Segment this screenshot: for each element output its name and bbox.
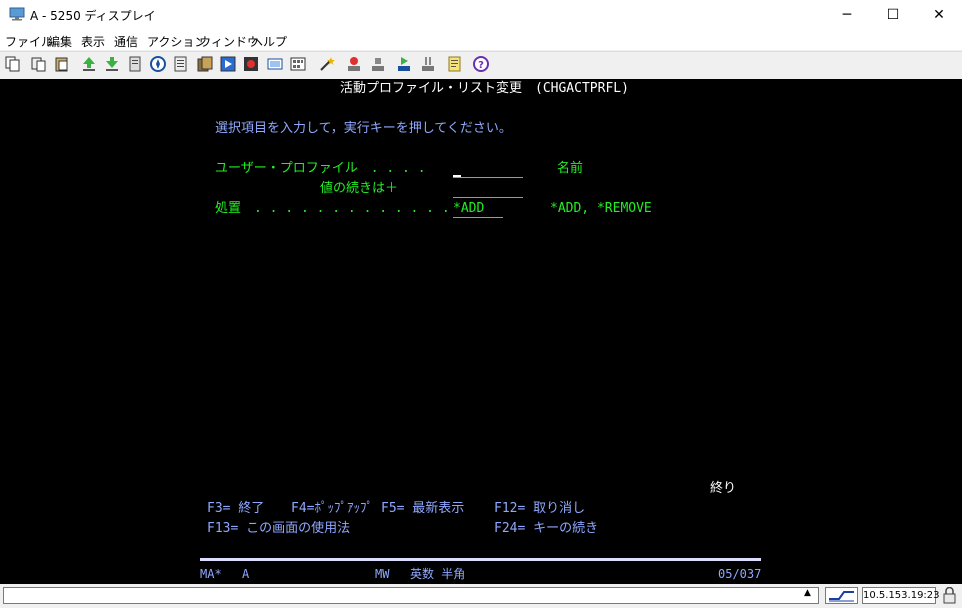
fkey-f13[interactable]: F13= この画面の使用法	[207, 521, 350, 537]
fkey-f24[interactable]: F24= キーの続き	[494, 521, 598, 537]
upload-icon[interactable]	[80, 55, 98, 73]
stop-icon[interactable]	[369, 55, 387, 73]
disposition-label: 処置 . . . . . . . . . . . . .	[215, 201, 450, 216]
oia-input-mode: 英数 半角	[410, 567, 466, 581]
menu-edit[interactable]: 編集	[48, 33, 72, 50]
print-icon[interactable]	[126, 55, 144, 73]
compass-icon[interactable]	[149, 55, 167, 73]
oia-separator	[200, 558, 761, 561]
disposition-hint: *ADD, *REMOVE	[550, 201, 652, 216]
instruction-text: 選択項目を入力して，実行キーを押してください。	[215, 121, 512, 136]
more-values-input[interactable]	[453, 181, 523, 197]
minimize-button[interactable]: ─	[824, 0, 870, 30]
fkey-f4[interactable]: F4=ﾎﾟｯﾌﾟｱｯﾌﾟ	[291, 501, 373, 517]
user-profile-hint: 名前	[557, 161, 584, 176]
menu-view[interactable]: 表示	[81, 33, 105, 50]
help-icon[interactable]: ?	[472, 55, 490, 73]
fkey-f3[interactable]: F3= 終了	[207, 501, 264, 517]
maximize-button[interactable]: ☐	[870, 0, 916, 30]
more-values-underline	[453, 197, 523, 198]
oia-indicator: MA*	[200, 567, 222, 581]
connection-indicator	[825, 587, 858, 604]
fkey-f5[interactable]: F5= 最新表示	[381, 501, 464, 517]
macro-icon[interactable]	[196, 55, 214, 73]
menu-action[interactable]: アクション	[147, 33, 206, 50]
menu-window[interactable]: ウィンドウ	[199, 33, 259, 50]
oia-cursor-position: 05/037	[718, 567, 762, 581]
note-icon[interactable]	[446, 55, 464, 73]
screen-title: 活動プロファイル・リスト変更 (CHGACTPRFL)	[340, 81, 629, 96]
play-icon[interactable]	[395, 55, 413, 73]
record-stop-icon[interactable]	[345, 55, 363, 73]
pause-icon[interactable]	[419, 55, 437, 73]
download-icon[interactable]	[103, 55, 121, 73]
more-values-label: 値の続きは＋	[320, 181, 399, 196]
menu-help[interactable]: ヘルプ	[251, 33, 287, 50]
menu-communication[interactable]: 通信	[114, 33, 138, 50]
fkey-f12[interactable]: F12= 取り消し	[494, 501, 585, 517]
menu-file[interactable]: ファイル	[5, 33, 53, 50]
clipboard-icon[interactable]	[53, 55, 71, 73]
oia-mode: MW	[375, 567, 390, 581]
svg-text:?: ?	[478, 60, 484, 71]
keypad-icon[interactable]	[289, 55, 307, 73]
chevron-up-icon[interactable]: ▲	[804, 588, 811, 598]
copy-icon[interactable]	[4, 55, 22, 73]
user-profile-input[interactable]	[453, 161, 523, 177]
notes-icon[interactable]	[172, 55, 190, 73]
minimize-icon: ─	[842, 7, 852, 23]
menu-bar	[0, 30, 962, 50]
host-address: 10.5.153.19:23	[862, 587, 940, 604]
user-profile-underline	[453, 177, 523, 178]
terminal-screen[interactable]	[0, 79, 962, 584]
close-button[interactable]: ✕	[916, 0, 962, 30]
maximize-icon: ☐	[886, 7, 900, 23]
window-title: A - 5250 ディスプレイ	[30, 9, 156, 23]
close-icon: ✕	[933, 7, 945, 23]
monitor-icon	[9, 7, 25, 21]
lock-icon	[941, 586, 958, 604]
status-message	[3, 587, 819, 604]
user-profile-label: ユーザー・プロファイル . . . .	[215, 161, 426, 176]
connection-icon	[829, 591, 854, 602]
keyboard-icon[interactable]	[266, 55, 284, 73]
disposition-underline	[453, 217, 503, 218]
record-icon[interactable]	[242, 55, 260, 73]
paste-icon[interactable]	[30, 55, 48, 73]
play-macro-icon[interactable]	[219, 55, 237, 73]
oia-session: A	[242, 567, 250, 581]
more-indicator: 終り	[710, 481, 737, 496]
wand-icon[interactable]	[318, 55, 336, 73]
disposition-input[interactable]: *ADD	[453, 201, 484, 217]
